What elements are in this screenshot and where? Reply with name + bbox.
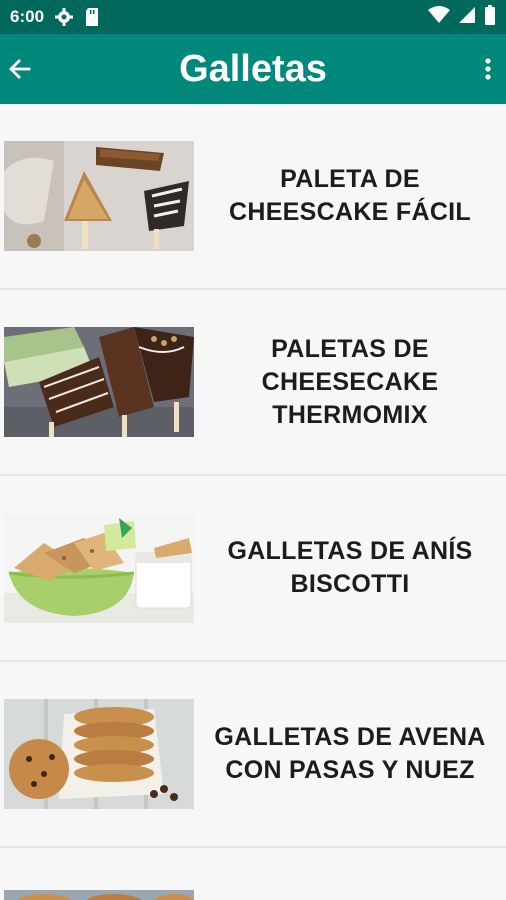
recipe-item[interactable]: GALLETAS DE ANÍS BISCOTTI (0, 476, 506, 662)
recipe-item[interactable]: PALETA DE CHEESCAKE FÁCIL (0, 104, 506, 290)
recipe-title: GALLETAS DE AVENA CON PASAS Y NUEZ (214, 723, 486, 784)
gear-icon (54, 7, 74, 27)
oatmeal-cookies-stack-photo (4, 699, 194, 809)
recipe-item[interactable]: GALLETAS DE AVENA CON PASAS Y NUEZ (0, 662, 506, 848)
app-bar: Galletas (0, 34, 506, 104)
wifi-icon (428, 5, 450, 29)
cookies-photo (4, 890, 194, 900)
sd-card-icon (84, 7, 100, 27)
overflow-menu-button[interactable] (476, 51, 500, 87)
arrow-left-icon (9, 59, 31, 79)
page-title: Galletas (179, 47, 327, 90)
recipe-list: PALETA DE CHEESCAKE FÁCIL PALETAS DE CHE… (0, 104, 506, 900)
biscotti-bowl-photo (4, 513, 194, 623)
recipe-item[interactable]: PALETAS DE CHEESECAKE THERMOMIX (0, 290, 506, 476)
status-time: 6:00 (10, 7, 45, 26)
chocolate-cheesecake-pops-photo (4, 327, 194, 437)
recipe-title: PALETAS DE CHEESECAKE THERMOMIX (261, 334, 439, 429)
more-vertical-icon (485, 58, 491, 80)
recipe-item[interactable] (0, 848, 506, 900)
battery-icon (484, 4, 496, 30)
signal-icon (458, 6, 476, 29)
recipe-title: GALLETAS DE ANÍS BISCOTTI (227, 537, 473, 598)
status-bar: 6:00 (0, 0, 506, 34)
back-button[interactable] (2, 51, 38, 87)
cheesecake-pops-photo (4, 141, 194, 251)
recipe-title: PALETA DE CHEESCAKE FÁCIL (228, 165, 471, 226)
